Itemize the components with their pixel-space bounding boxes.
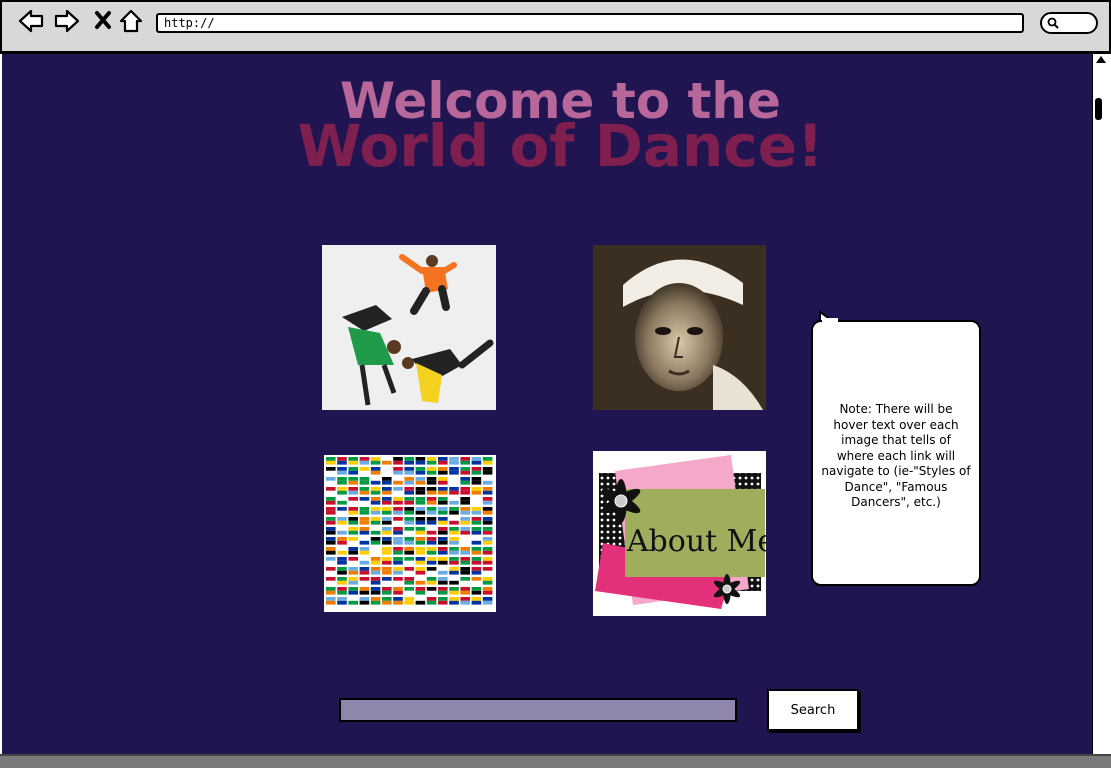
url-bar[interactable]: http:// xyxy=(156,13,1024,33)
famous-dancer-portrait xyxy=(593,245,766,410)
home-icon[interactable] xyxy=(118,8,144,34)
vertical-scrollbar[interactable] xyxy=(1092,54,1109,754)
note-callout: Note: There will be hover text over each… xyxy=(811,320,981,586)
page-title-line1: Welcome to the xyxy=(340,72,781,130)
about-me-graphic-link[interactable]: About Me xyxy=(593,451,766,616)
browser-toolbar: http:// xyxy=(0,0,1111,54)
dancers-photo-link[interactable] xyxy=(322,245,496,410)
close-x-icon[interactable] xyxy=(92,8,118,34)
about-me-text: About Me xyxy=(626,524,766,559)
note-text: Note: There will be hover text over each… xyxy=(821,402,971,509)
callout-tail-cover xyxy=(822,318,838,324)
about-me-graphic: About Me xyxy=(593,451,766,616)
url-text: http:// xyxy=(164,16,215,30)
bottom-status-bar xyxy=(0,754,1111,768)
forward-arrow-icon[interactable] xyxy=(54,8,80,34)
search-icon xyxy=(1047,17,1059,29)
famous-dancer-portrait-link[interactable] xyxy=(593,245,766,410)
scroll-thumb[interactable] xyxy=(1095,98,1102,120)
dancers-photo xyxy=(322,245,496,410)
world-flags-grid-link[interactable] xyxy=(324,455,496,612)
search-button[interactable]: Search xyxy=(767,689,859,731)
site-search-input[interactable] xyxy=(339,698,737,722)
scroll-up-arrow-icon[interactable] xyxy=(1096,56,1106,63)
back-arrow-icon[interactable] xyxy=(18,8,44,34)
browser-search-box[interactable] xyxy=(1040,12,1098,34)
world-flags-grid xyxy=(326,457,493,605)
